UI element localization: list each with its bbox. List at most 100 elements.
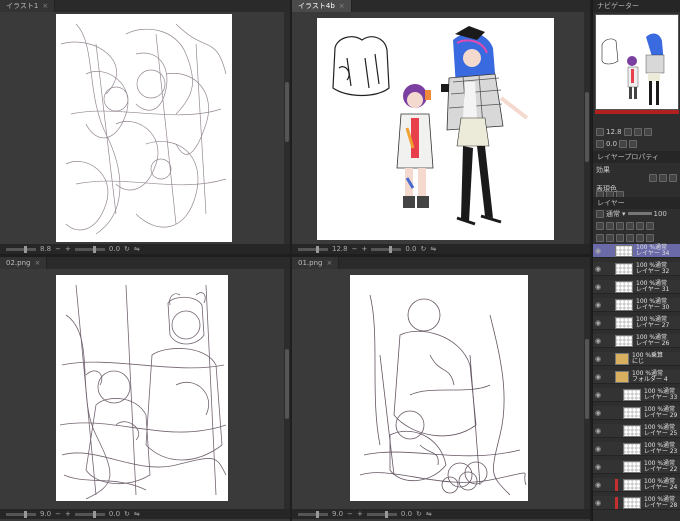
- new-folder-button[interactable]: [616, 233, 624, 242]
- angle-value[interactable]: 0.0: [405, 245, 416, 253]
- zoom-in-icon[interactable]: +: [65, 510, 71, 518]
- close-icon[interactable]: ×: [326, 259, 332, 267]
- angle-slider[interactable]: [74, 510, 105, 518]
- zoom-value[interactable]: 9.0: [40, 510, 51, 518]
- tab-top-left[interactable]: イラスト1 ×: [0, 0, 56, 12]
- new-raster-layer-button[interactable]: [596, 233, 604, 242]
- eye-icon[interactable]: ◉: [593, 427, 603, 435]
- layer-item[interactable]: ◉ 100 %通常 レイヤー 28: [593, 496, 680, 510]
- layer-item[interactable]: ◉ 100 %通常 レイヤー 31: [593, 280, 680, 294]
- vertical-scrollbar[interactable]: [284, 12, 290, 244]
- eye-icon[interactable]: ◉: [593, 445, 603, 453]
- rotate-left-button[interactable]: [596, 139, 604, 148]
- close-icon[interactable]: ×: [34, 259, 40, 267]
- chevron-down-icon[interactable]: ▾: [622, 210, 626, 218]
- zoom-out-icon[interactable]: −: [55, 245, 61, 253]
- rotate-icon[interactable]: ↻: [124, 245, 130, 253]
- layer-item[interactable]: ◉ 100 %通常 レイヤー 30: [593, 298, 680, 312]
- lock-transparent-button[interactable]: [636, 221, 644, 230]
- canvas-bottom-right[interactable]: [350, 275, 528, 501]
- lock-icon[interactable]: [626, 221, 634, 230]
- navigator-angle-value[interactable]: 0.0: [606, 140, 617, 148]
- canvas-bottom-left[interactable]: [56, 275, 228, 501]
- layer-folder-item[interactable]: ◉ 100 %乗算 にじ: [593, 352, 680, 366]
- fit-button[interactable]: [633, 127, 642, 136]
- layer-item[interactable]: ◉ 100 %通常 レイヤー 24: [593, 478, 680, 492]
- zoom-value[interactable]: 9.0: [332, 510, 343, 518]
- pane-top-left[interactable]: イラスト1 × 8.8 − + 0.0 ↻ ⇋: [0, 0, 290, 254]
- zoom-out-icon[interactable]: −: [55, 510, 61, 518]
- zoom-value[interactable]: 8.8: [40, 245, 51, 253]
- zoom-in-icon[interactable]: +: [357, 510, 363, 518]
- close-icon[interactable]: ×: [339, 2, 345, 10]
- eye-icon[interactable]: ◉: [593, 481, 603, 489]
- rotate-icon[interactable]: ↻: [420, 245, 426, 253]
- copy-layer-button[interactable]: [626, 233, 634, 242]
- flip-icon[interactable]: ⇋: [430, 245, 436, 253]
- eye-icon[interactable]: ◉: [593, 319, 603, 327]
- delete-layer-button[interactable]: [646, 233, 654, 242]
- layer-item[interactable]: ◉ 100 %通常 レイヤー 22: [593, 460, 680, 474]
- close-icon[interactable]: ×: [42, 2, 48, 10]
- eye-icon[interactable]: ◉: [593, 247, 603, 255]
- pane-top-right[interactable]: イラスト4b × 12.8 − + 0.0 ↻ ⇋: [292, 0, 590, 254]
- vertical-scrollbar[interactable]: [584, 12, 590, 244]
- eye-icon[interactable]: ◉: [593, 499, 603, 507]
- vertical-scrollbar[interactable]: [584, 269, 590, 509]
- tab-top-right[interactable]: イラスト4b ×: [292, 0, 352, 12]
- angle-slider[interactable]: [74, 245, 105, 253]
- layer-color-button[interactable]: [596, 209, 604, 218]
- draft-layer-button[interactable]: [616, 221, 624, 230]
- vertical-scrollbar[interactable]: [284, 269, 290, 509]
- zoom-slider[interactable]: [298, 510, 328, 518]
- border-effect-button[interactable]: [649, 173, 657, 182]
- zoom-slider[interactable]: [6, 510, 36, 518]
- eye-icon[interactable]: ◉: [593, 301, 603, 309]
- rotate-icon[interactable]: ↻: [416, 510, 422, 518]
- tab-bottom-left[interactable]: 02.png ×: [0, 257, 48, 269]
- navigator-preview[interactable]: [595, 14, 679, 110]
- eye-icon[interactable]: ◉: [593, 337, 603, 345]
- actual-size-button[interactable]: [643, 127, 652, 136]
- navigator-zoom-value[interactable]: 12.8: [606, 128, 622, 136]
- rotate-icon[interactable]: ↻: [124, 510, 130, 518]
- eye-icon[interactable]: ◉: [593, 463, 603, 471]
- angle-value[interactable]: 0.0: [109, 245, 120, 253]
- layer-tab[interactable]: レイヤー: [597, 198, 625, 208]
- tab-bottom-right[interactable]: 01.png ×: [292, 257, 340, 269]
- mask-button[interactable]: [646, 221, 654, 230]
- navigator-tab[interactable]: ナビゲーター: [597, 1, 639, 11]
- flip-icon[interactable]: ⇋: [134, 510, 140, 518]
- pane-bottom-left[interactable]: 02.png × 9.0 − + 0.0 ↻ ⇋: [0, 257, 290, 521]
- zoom-value[interactable]: 12.8: [332, 245, 348, 253]
- angle-value[interactable]: 0.0: [401, 510, 412, 518]
- tone-button[interactable]: [669, 173, 677, 182]
- reference-layer-button[interactable]: [606, 221, 614, 230]
- eye-icon[interactable]: ◉: [593, 265, 603, 273]
- opacity-value[interactable]: 100: [654, 210, 667, 218]
- clip-button[interactable]: [596, 221, 604, 230]
- zoom-out-icon[interactable]: −: [352, 245, 358, 253]
- angle-value[interactable]: 0.0: [109, 510, 120, 518]
- eye-icon[interactable]: ◉: [593, 391, 603, 399]
- layer-property-tab[interactable]: レイヤープロパティ: [597, 152, 659, 162]
- angle-slider[interactable]: [366, 510, 397, 518]
- flip-horizontal-button[interactable]: [629, 139, 638, 148]
- eye-icon[interactable]: ◉: [593, 409, 603, 417]
- zoom-in-button[interactable]: [623, 127, 632, 136]
- layer-item[interactable]: ◉ 100 %通常 レイヤー 26: [593, 334, 680, 348]
- flip-icon[interactable]: ⇋: [426, 510, 432, 518]
- layer-item[interactable]: ◉ 100 %通常 レイヤー 23: [593, 442, 680, 456]
- layer-folder-item[interactable]: ◉ 100 %通常 フォルダー 4: [593, 370, 680, 384]
- layer-item[interactable]: ◉ 100 %通常 レイヤー 34: [593, 244, 680, 258]
- eye-icon[interactable]: ◉: [593, 283, 603, 291]
- angle-slider[interactable]: [371, 245, 402, 253]
- layer-item[interactable]: ◉ 100 %通常 レイヤー 29: [593, 406, 680, 420]
- zoom-in-icon[interactable]: +: [65, 245, 71, 253]
- layer-item[interactable]: ◉ 100 %通常 レイヤー 33: [593, 388, 680, 402]
- canvas-top-right[interactable]: [317, 18, 554, 240]
- zoom-slider[interactable]: [6, 245, 36, 253]
- flip-icon[interactable]: ⇋: [134, 245, 140, 253]
- eye-icon[interactable]: ◉: [593, 373, 603, 381]
- new-vector-layer-button[interactable]: [606, 233, 614, 242]
